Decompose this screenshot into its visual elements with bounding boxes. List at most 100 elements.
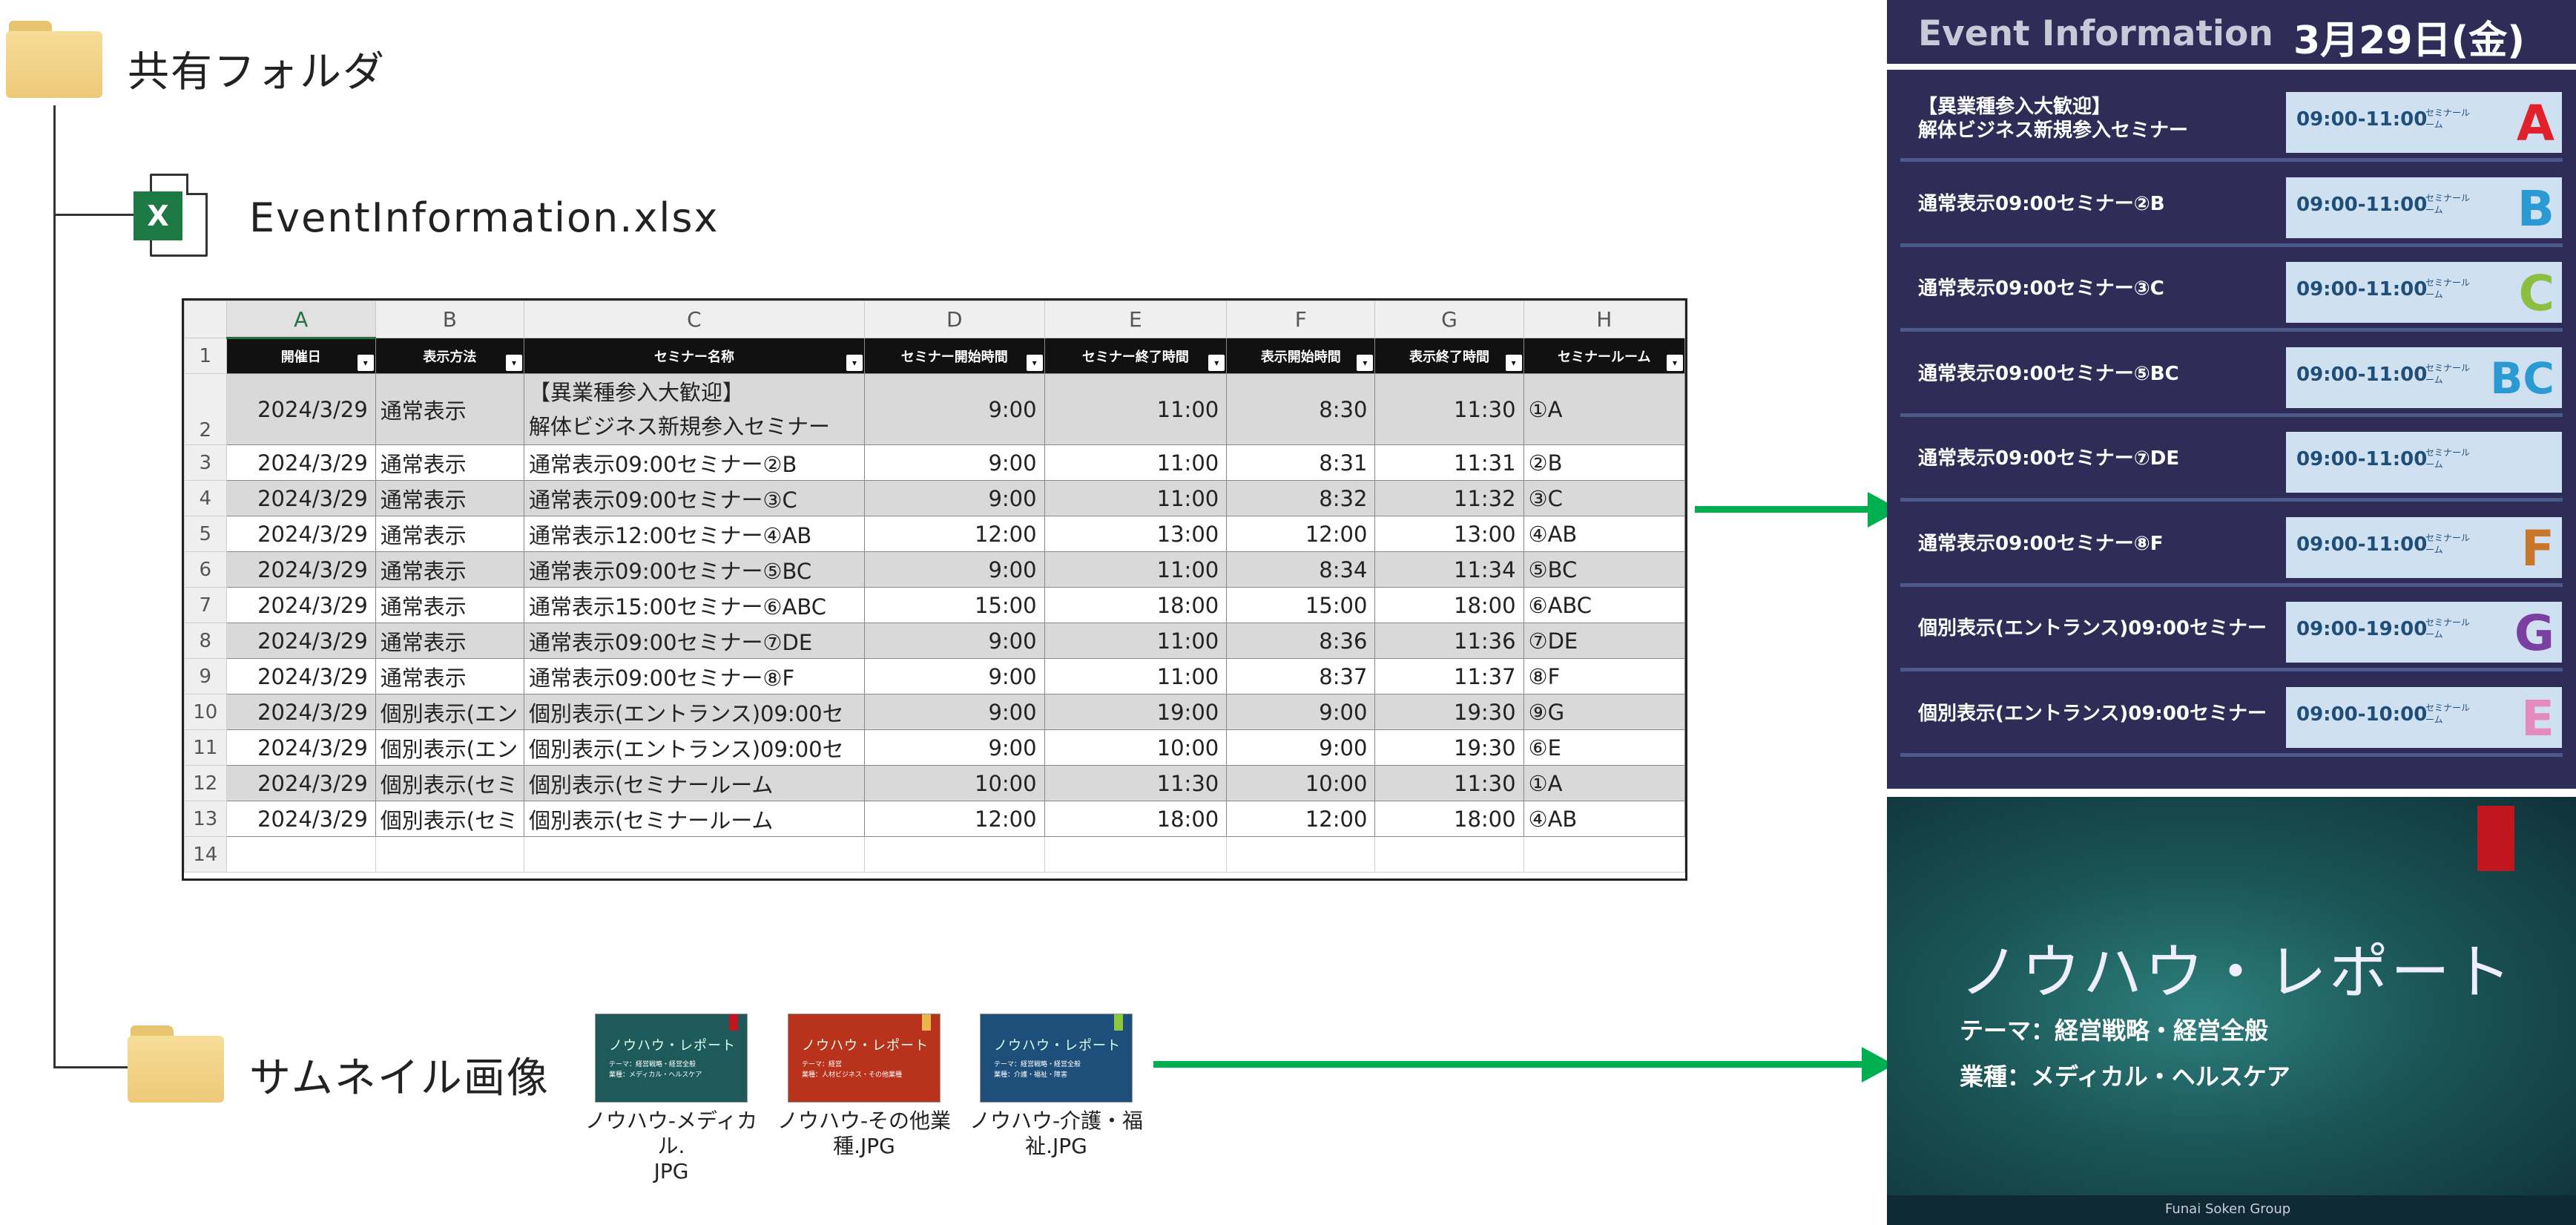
cell-seminar-name[interactable]: 個別表示(エントランス)09:00セ: [523, 694, 865, 730]
cell-date[interactable]: 2024/3/29: [225, 694, 376, 730]
cell-display-start[interactable]: 9:00: [1226, 729, 1376, 766]
cell-seminar-start[interactable]: 10:00: [863, 765, 1045, 801]
cell-seminar-start[interactable]: 9:00: [863, 729, 1045, 766]
cell-seminar-name[interactable]: 通常表示09:00セミナー⑦DE: [523, 623, 865, 659]
cell-display-method[interactable]: 個別表示(エン: [375, 729, 524, 766]
cell-seminar-name[interactable]: 【異業種参入大歓迎】 解体ビジネス新規参入セミナー: [523, 373, 865, 445]
column-header-g[interactable]: G: [1374, 300, 1524, 338]
cell-date[interactable]: 2024/3/29: [225, 623, 376, 659]
filter-dropdown-icon[interactable]: ▾: [1505, 355, 1522, 371]
cell-display-start[interactable]: 15:00: [1226, 587, 1376, 623]
table-header-cell[interactable]: 表示終了時間 ▾: [1374, 338, 1524, 374]
filter-dropdown-icon[interactable]: ▾: [505, 355, 522, 371]
cell-date[interactable]: 2024/3/29: [225, 444, 376, 481]
column-header-f[interactable]: F: [1226, 300, 1376, 338]
cell-display-method[interactable]: 個別表示(セミ: [375, 801, 524, 837]
root-folder-label[interactable]: 共有フォルダ: [128, 39, 386, 99]
cell-display-method[interactable]: 個別表示(エン: [375, 694, 524, 730]
empty-cell[interactable]: [375, 836, 524, 873]
cell-room[interactable]: ③C: [1523, 480, 1686, 516]
cell-display-end[interactable]: 11:34: [1374, 551, 1524, 588]
cell-display-start[interactable]: 8:37: [1226, 658, 1376, 694]
cell-seminar-end[interactable]: 11:00: [1044, 551, 1228, 588]
cell-room[interactable]: ④AB: [1523, 516, 1686, 552]
cell-seminar-start[interactable]: 9:00: [863, 551, 1045, 588]
filter-dropdown-icon[interactable]: ▾: [1026, 355, 1043, 371]
cell-display-start[interactable]: 10:00: [1226, 765, 1376, 801]
cell-seminar-name[interactable]: 通常表示09:00セミナー⑧F: [523, 658, 865, 694]
filter-dropdown-icon[interactable]: ▾: [846, 355, 863, 371]
cell-seminar-start[interactable]: 9:00: [863, 444, 1045, 481]
cell-display-end[interactable]: 11:36: [1374, 623, 1524, 659]
cell-display-end[interactable]: 18:00: [1374, 801, 1524, 837]
table-header-cell[interactable]: セミナールーム ▾: [1523, 338, 1686, 374]
cell-seminar-end[interactable]: 11:00: [1044, 480, 1228, 516]
empty-cell[interactable]: [1523, 836, 1686, 873]
column-header-b[interactable]: B: [375, 300, 524, 338]
empty-cell[interactable]: [523, 836, 865, 873]
cell-seminar-end[interactable]: 11:00: [1044, 444, 1228, 481]
cell-seminar-start[interactable]: 9:00: [863, 623, 1045, 659]
table-header-cell[interactable]: セミナー終了時間 ▾: [1044, 338, 1228, 374]
cell-date[interactable]: 2024/3/29: [225, 658, 376, 694]
table-header-cell[interactable]: 表示方法 ▾: [375, 338, 524, 374]
row-number[interactable]: 12: [184, 765, 227, 801]
cell-display-method[interactable]: 通常表示: [375, 623, 524, 659]
empty-cell[interactable]: [1226, 836, 1376, 873]
row-number[interactable]: 13: [184, 801, 227, 837]
cell-display-start[interactable]: 8:31: [1226, 444, 1376, 481]
column-header-e[interactable]: E: [1044, 300, 1228, 338]
excel-file-label[interactable]: EventInformation.xlsx: [249, 194, 719, 241]
cell-seminar-name[interactable]: 個別表示(セミナールーム: [523, 801, 865, 837]
cell-seminar-name[interactable]: 個別表示(セミナールーム: [523, 765, 865, 801]
cell-date[interactable]: 2024/3/29: [225, 801, 376, 837]
cell-display-end[interactable]: 18:00: [1374, 587, 1524, 623]
column-header-a[interactable]: A: [225, 300, 376, 339]
thumbnail-filename[interactable]: ノウハウ-介護・福 祉.JPG: [967, 1109, 1145, 1159]
cell-room[interactable]: ②B: [1523, 444, 1686, 481]
cell-date[interactable]: 2024/3/29: [225, 765, 376, 801]
cell-room[interactable]: ①A: [1523, 373, 1686, 445]
empty-cell[interactable]: [1374, 836, 1524, 873]
cell-seminar-start[interactable]: 9:00: [863, 480, 1045, 516]
column-header-d[interactable]: D: [863, 300, 1045, 338]
excel-file-icon[interactable]: X: [134, 174, 208, 257]
thumb-folder-icon[interactable]: [128, 1025, 224, 1103]
cell-seminar-name[interactable]: 個別表示(エントランス)09:00セ: [523, 729, 865, 766]
filter-dropdown-icon[interactable]: ▾: [1667, 355, 1683, 371]
cell-seminar-end[interactable]: 19:00: [1044, 694, 1228, 730]
row-number[interactable]: 11: [184, 729, 227, 766]
column-header-c[interactable]: C: [523, 300, 865, 338]
empty-cell[interactable]: [225, 836, 376, 873]
empty-cell[interactable]: [1044, 836, 1228, 873]
cell-seminar-end[interactable]: 11:30: [1044, 765, 1228, 801]
cell-date[interactable]: 2024/3/29: [225, 516, 376, 552]
thumbnail-image[interactable]: ノウハウ・レポート テーマ：経営戦略・経営全般 業種：介護・福祉・障害: [980, 1014, 1133, 1103]
table-header-cell[interactable]: 開催日 ▾: [225, 338, 376, 374]
row-number[interactable]: 4: [184, 480, 227, 516]
table-header-cell[interactable]: セミナー名称 ▾: [523, 338, 865, 374]
cell-seminar-name[interactable]: 通常表示09:00セミナー③C: [523, 480, 865, 516]
cell-seminar-start[interactable]: 15:00: [863, 587, 1045, 623]
row-number[interactable]: 7: [184, 587, 227, 623]
cell-display-start[interactable]: 8:36: [1226, 623, 1376, 659]
cell-display-method[interactable]: 通常表示: [375, 516, 524, 552]
cell-seminar-name[interactable]: 通常表示15:00セミナー⑥ABC: [523, 587, 865, 623]
root-folder-icon[interactable]: [6, 21, 102, 98]
cell-seminar-end[interactable]: 13:00: [1044, 516, 1228, 552]
filter-dropdown-icon[interactable]: ▾: [1208, 355, 1225, 371]
cell-display-start[interactable]: 12:00: [1226, 801, 1376, 837]
cell-seminar-end[interactable]: 18:00: [1044, 587, 1228, 623]
cell-seminar-start[interactable]: 12:00: [863, 516, 1045, 552]
cell-display-end[interactable]: 11:37: [1374, 658, 1524, 694]
cell-date[interactable]: 2024/3/29: [225, 551, 376, 588]
thumbnail-filename[interactable]: ノウハウ-メディカル. JPG: [582, 1109, 760, 1184]
cell-display-method[interactable]: 通常表示: [375, 444, 524, 481]
cell-date[interactable]: 2024/3/29: [225, 373, 376, 445]
cell-seminar-end[interactable]: 18:00: [1044, 801, 1228, 837]
row-number[interactable]: 1: [184, 338, 227, 374]
cell-display-method[interactable]: 個別表示(セミ: [375, 765, 524, 801]
row-number[interactable]: 14: [184, 836, 227, 873]
cell-seminar-start[interactable]: 12:00: [863, 801, 1045, 837]
cell-room[interactable]: ⑤BC: [1523, 551, 1686, 588]
